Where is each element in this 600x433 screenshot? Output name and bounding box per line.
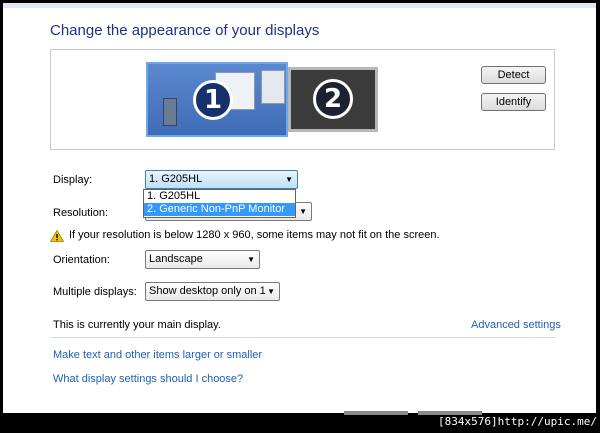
display-settings-help-link[interactable]: What display settings should I choose? (53, 373, 243, 385)
identify-button[interactable]: Identify (481, 93, 546, 111)
page-title: Change the appearance of your displays (50, 22, 320, 39)
display-select-value: 1. G205HL (149, 173, 203, 185)
sidebar-thumbnail (163, 98, 177, 126)
orientation-select[interactable]: Landscape ▼ (145, 250, 260, 269)
advanced-settings-link[interactable]: Advanced settings (471, 319, 561, 331)
divider (50, 337, 556, 338)
display-label: Display: (53, 174, 93, 186)
multiple-displays-select[interactable]: Show desktop only on 1 ▼ (145, 282, 280, 301)
display-dropdown-list: 1. G205HL 2. Generic Non-PnP Monitor (143, 189, 296, 218)
chevron-down-icon: ▼ (267, 287, 275, 296)
display-option-highlighted[interactable]: 2. Generic Non-PnP Monitor (144, 203, 295, 216)
display-option[interactable]: 1. G205HL (144, 190, 295, 203)
multiple-displays-select-value: Show desktop only on 1 (149, 285, 266, 297)
monitor-2-number: 2 (313, 79, 353, 119)
resolution-label: Resolution: (53, 207, 109, 219)
chevron-down-icon: ▼ (299, 207, 307, 216)
display-preview: 1 2 Detect Identify (50, 49, 555, 150)
monitor-1[interactable]: 1 (146, 62, 288, 137)
chevron-down-icon: ▼ (285, 175, 293, 184)
detect-button[interactable]: Detect (481, 66, 546, 84)
monitor-2[interactable]: 2 (288, 67, 378, 132)
monitor-1-number: 1 (193, 80, 233, 120)
chevron-down-icon: ▼ (247, 255, 255, 264)
warning-icon (50, 230, 64, 242)
larger-smaller-link[interactable]: Make text and other items larger or smal… (53, 349, 262, 361)
orientation-label: Orientation: (53, 254, 110, 266)
watermark-text: [834x576]http://upic.me/ (438, 415, 597, 428)
warning-text: If your resolution is below 1280 x 960, … (69, 229, 440, 241)
ok-button-edge[interactable] (344, 411, 408, 415)
multiple-displays-label: Multiple displays: (53, 286, 137, 298)
display-select[interactable]: 1. G205HL ▼ (145, 170, 298, 189)
orientation-select-value: Landscape (149, 253, 203, 265)
window-thumbnail (261, 70, 285, 104)
main-display-text: This is currently your main display. (53, 319, 221, 331)
